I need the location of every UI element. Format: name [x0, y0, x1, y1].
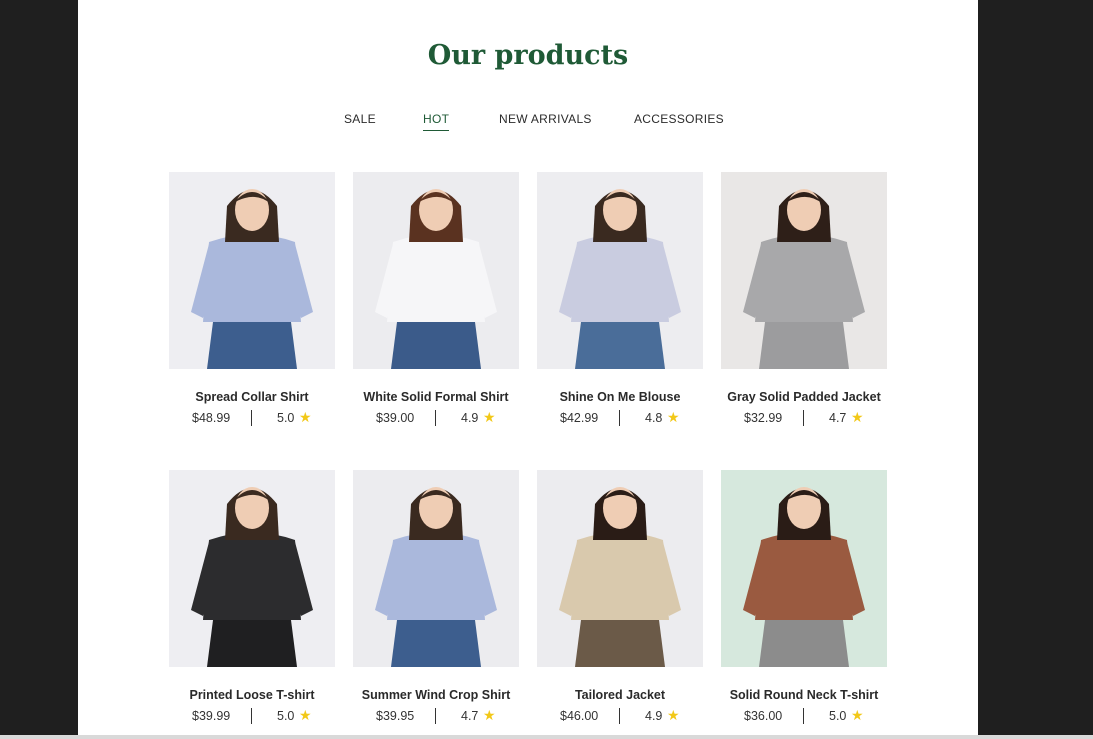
product-meta: $48.99 5.0 ★	[169, 409, 335, 428]
model-photo	[721, 470, 887, 667]
product-image[interactable]	[353, 470, 519, 667]
product-card-3[interactable]: Shine On Me Blouse $42.99 4.8 ★	[537, 172, 703, 428]
star-icon: ★	[851, 707, 864, 723]
star-icon: ★	[483, 707, 496, 723]
product-price: $39.95	[376, 709, 415, 723]
product-meta: $39.95 4.7 ★	[353, 707, 519, 726]
product-image[interactable]	[721, 172, 887, 369]
product-name[interactable]: Summer Wind Crop Shirt	[353, 688, 519, 702]
product-meta: $32.99 4.7 ★	[721, 409, 887, 428]
meta-divider	[803, 410, 804, 426]
product-image[interactable]	[537, 470, 703, 667]
model-photo	[169, 470, 335, 667]
tab-sale[interactable]: SALE	[344, 112, 376, 130]
product-card-7[interactable]: Tailored Jacket $46.00 4.9 ★	[537, 470, 703, 726]
section-title: Our products	[427, 40, 629, 71]
meta-divider	[435, 410, 436, 426]
tab-accessories[interactable]: ACCESSORIES	[634, 112, 724, 130]
product-rating: 4.8	[645, 411, 663, 425]
product-rating: 5.0	[277, 411, 295, 425]
star-icon: ★	[851, 409, 864, 425]
star-icon: ★	[667, 707, 680, 723]
product-price: $39.00	[376, 411, 415, 425]
product-meta: $46.00 4.9 ★	[537, 707, 703, 726]
tab-new-arrivals[interactable]: NEW ARRIVALS	[499, 112, 592, 130]
product-image[interactable]	[169, 172, 335, 369]
product-price: $32.99	[744, 411, 783, 425]
product-name[interactable]: Gray Solid Padded Jacket	[721, 390, 887, 404]
product-price: $36.00	[744, 709, 783, 723]
category-tabs: SALE HOT NEW ARRIVALS ACCESSORIES	[78, 112, 978, 142]
product-meta: $36.00 5.0 ★	[721, 707, 887, 726]
product-name[interactable]: Printed Loose T-shirt	[169, 688, 335, 702]
product-card-5[interactable]: Printed Loose T-shirt $39.99 5.0 ★	[169, 470, 335, 726]
product-image[interactable]	[721, 470, 887, 667]
product-image[interactable]	[537, 172, 703, 369]
product-card-2[interactable]: White Solid Formal Shirt $39.00 4.9 ★	[353, 172, 519, 428]
model-photo	[721, 172, 887, 369]
product-name[interactable]: Shine On Me Blouse	[537, 390, 703, 404]
meta-divider	[619, 708, 620, 724]
bottom-divider	[0, 735, 1093, 739]
product-rating: 4.7	[829, 411, 847, 425]
product-price: $46.00	[560, 709, 599, 723]
product-meta: $39.99 5.0 ★	[169, 707, 335, 726]
meta-divider	[803, 708, 804, 724]
star-icon: ★	[667, 409, 680, 425]
product-name[interactable]: Spread Collar Shirt	[169, 390, 335, 404]
star-icon: ★	[299, 707, 312, 723]
product-meta: $42.99 4.8 ★	[537, 409, 703, 428]
product-name[interactable]: Tailored Jacket	[537, 688, 703, 702]
model-photo	[353, 470, 519, 667]
model-photo	[537, 470, 703, 667]
product-name[interactable]: White Solid Formal Shirt	[353, 390, 519, 404]
model-photo	[169, 172, 335, 369]
product-meta: $39.00 4.9 ★	[353, 409, 519, 428]
product-price: $48.99	[192, 411, 231, 425]
product-rating: 5.0	[277, 709, 295, 723]
product-rating: 5.0	[829, 709, 847, 723]
meta-divider	[435, 708, 436, 724]
product-card-6[interactable]: Summer Wind Crop Shirt $39.95 4.7 ★	[353, 470, 519, 726]
product-image[interactable]	[353, 172, 519, 369]
meta-divider	[619, 410, 620, 426]
product-name[interactable]: Solid Round Neck T-shirt	[721, 688, 887, 702]
product-card-4[interactable]: Gray Solid Padded Jacket $32.99 4.7 ★	[721, 172, 887, 428]
star-icon: ★	[483, 409, 496, 425]
model-photo	[537, 172, 703, 369]
product-rating: 4.7	[461, 709, 479, 723]
product-image[interactable]	[169, 470, 335, 667]
product-rating: 4.9	[645, 709, 663, 723]
products-page: Our products SALE HOT NEW ARRIVALS ACCES…	[78, 0, 978, 739]
meta-divider	[251, 410, 252, 426]
product-price: $42.99	[560, 411, 599, 425]
meta-divider	[251, 708, 252, 724]
tab-hot[interactable]: HOT	[423, 112, 450, 131]
product-card-1[interactable]: Spread Collar Shirt $48.99 5.0 ★	[169, 172, 335, 428]
star-icon: ★	[299, 409, 312, 425]
model-photo	[353, 172, 519, 369]
product-rating: 4.9	[461, 411, 479, 425]
product-price: $39.99	[192, 709, 231, 723]
product-card-8[interactable]: Solid Round Neck T-shirt $36.00 5.0 ★	[721, 470, 887, 726]
